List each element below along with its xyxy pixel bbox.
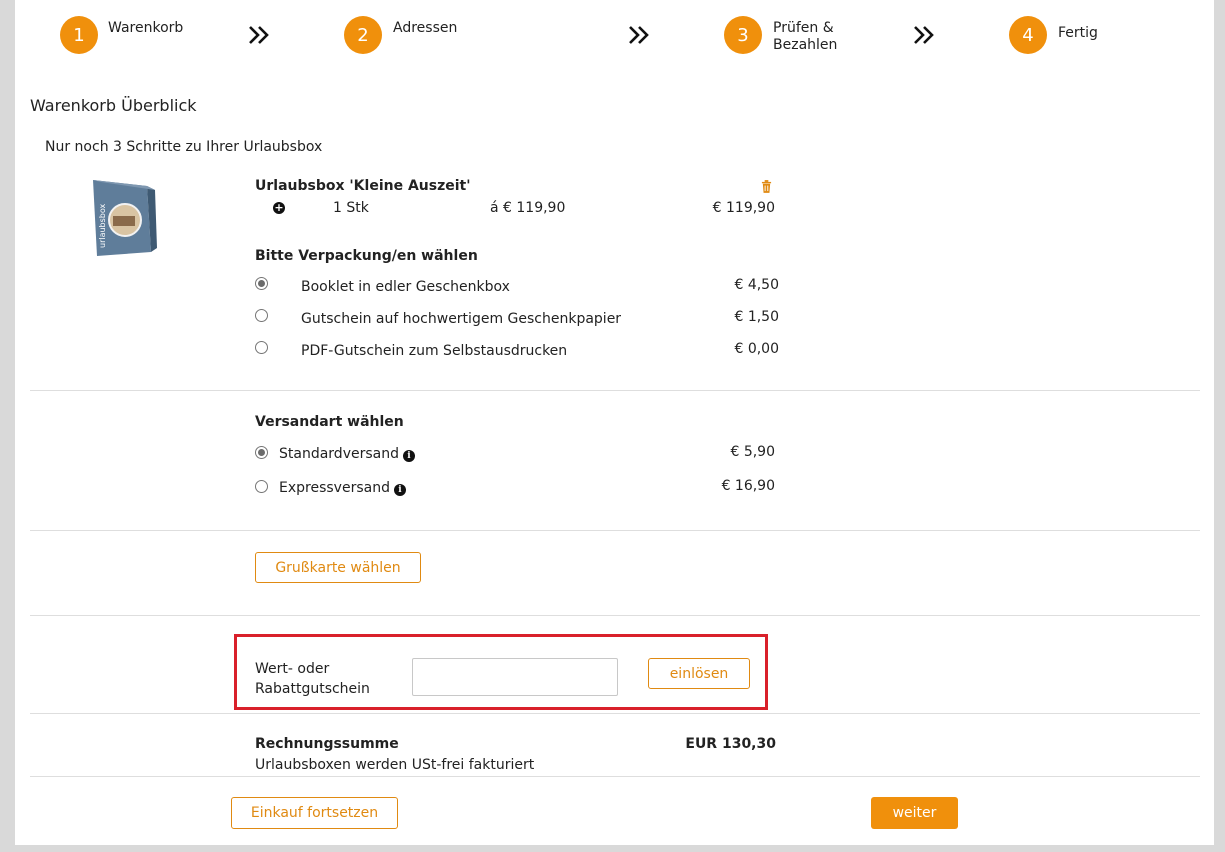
invoice-total-amount: EUR 130,30: [685, 736, 776, 752]
packaging-heading: Bitte Verpackung/en wählen: [255, 248, 478, 264]
redeem-voucher-button[interactable]: einlösen: [648, 658, 750, 689]
chevron-double-right-icon: [249, 26, 269, 44]
info-icon[interactable]: i: [393, 484, 406, 496]
packaging-price-booklet: € 4,50: [734, 277, 779, 293]
divider: [30, 713, 1200, 714]
shipping-price-standard: € 5,90: [730, 444, 775, 460]
shipping-price-express: € 16,90: [721, 478, 775, 494]
next-button[interactable]: weiter: [871, 797, 958, 829]
divider: [30, 530, 1200, 531]
chevron-double-right-icon: [629, 26, 649, 44]
packaging-price-pdf: € 0,00: [734, 341, 779, 357]
shipping-heading: Versandart wählen: [255, 414, 404, 430]
packaging-radio-pdf[interactable]: [255, 341, 268, 354]
step-4-label: Fertig: [1058, 25, 1098, 41]
step-1-label: Warenkorb: [108, 20, 184, 36]
product-box-image: urlaubsbox: [93, 180, 157, 256]
step-1-circle: 1: [60, 16, 98, 54]
checkout-panel: 1 Warenkorb 2 Adressen 3 Prüfen & Bezahl…: [15, 0, 1214, 845]
page-subtitle: Nur noch 3 Schritte zu Ihrer Urlaubsbox: [45, 139, 323, 155]
step-3-label: Prüfen & Bezahlen: [773, 20, 838, 53]
packaging-price-geschenkpapier: € 1,50: [734, 309, 779, 325]
info-icon[interactable]: i: [402, 450, 415, 462]
invoice-total-label: Rechnungssumme: [255, 736, 399, 752]
step-2-label: Adressen: [393, 20, 458, 36]
voucher-label: Wert- oder Rabattgutschein: [255, 661, 370, 697]
greeting-card-button[interactable]: Grußkarte wählen: [255, 552, 421, 583]
packaging-label-booklet: Booklet in edler Geschenkbox: [301, 279, 510, 295]
packaging-radio-booklet[interactable]: [255, 277, 268, 290]
chevron-double-right-icon: [914, 26, 934, 44]
shipping-label-standard: Standardversand i: [279, 446, 415, 462]
packaging-label-pdf: PDF-Gutschein zum Selbstausdrucken: [301, 343, 568, 359]
product-quantity: 1 Stk: [333, 200, 369, 216]
packaging-radio-geschenkpapier[interactable]: [255, 309, 268, 322]
shipping-radio-express[interactable]: [255, 480, 268, 493]
divider: [30, 615, 1200, 616]
voucher-input[interactable]: [412, 658, 618, 696]
quantity-plus-icon[interactable]: +: [273, 202, 285, 214]
shipping-label-express: Expressversand i: [279, 480, 406, 496]
tax-note: Urlaubsboxen werden USt-frei fakturiert: [255, 757, 535, 773]
shipping-radio-standard[interactable]: [255, 446, 268, 459]
step-2-circle: 2: [344, 16, 382, 54]
product-name: Urlaubsbox 'Kleine Auszeit': [255, 178, 471, 194]
divider: [30, 390, 1200, 391]
packaging-label-geschenkpapier: Gutschein auf hochwertigem Geschenkpapie…: [301, 311, 622, 327]
continue-shopping-button[interactable]: Einkauf fortsetzen: [231, 797, 398, 829]
trash-icon[interactable]: [761, 180, 772, 193]
page-title: Warenkorb Überblick: [30, 96, 197, 115]
product-image-brand: urlaubsbox: [98, 203, 107, 248]
step-4-circle: 4: [1009, 16, 1047, 54]
product-unit-price: á € 119,90: [490, 200, 566, 216]
product-image[interactable]: urlaubsbox: [91, 176, 157, 256]
step-3-circle: 3: [724, 16, 762, 54]
divider: [30, 776, 1200, 777]
product-total: € 119,90: [712, 200, 775, 216]
